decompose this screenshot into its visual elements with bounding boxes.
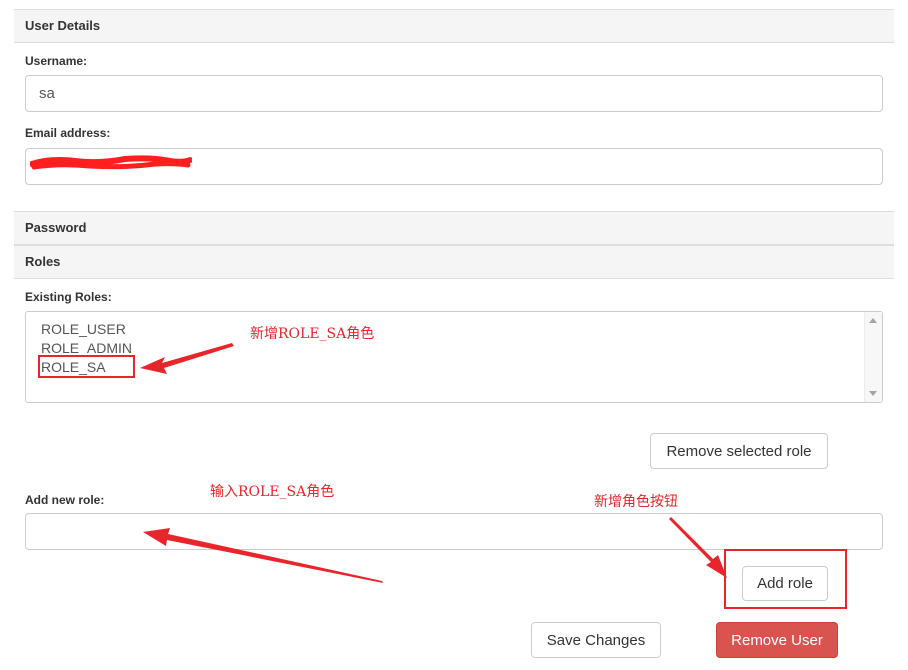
input-role-annotation: 输入ROLE_SA角色: [210, 484, 335, 500]
scroll-up-arrow-icon[interactable]: [869, 318, 877, 323]
existing-roles-list[interactable]: ROLE_USER ROLE_ADMIN ROLE_SA: [25, 311, 883, 403]
add-new-role-label: Add new role:: [25, 493, 105, 507]
section-header-user-details: User Details: [14, 9, 894, 43]
section-header-password[interactable]: Password: [14, 211, 894, 245]
role-item[interactable]: ROLE_SA: [41, 358, 132, 377]
roles-list-scrollbar[interactable]: [864, 312, 882, 402]
new-role-input[interactable]: [25, 513, 883, 550]
username-input[interactable]: [25, 75, 883, 112]
role-item[interactable]: ROLE_ADMIN: [41, 339, 132, 358]
existing-roles-label: Existing Roles:: [25, 290, 112, 304]
new-role-annotation: 新增ROLE_SA角色: [250, 326, 375, 342]
scroll-down-arrow-icon[interactable]: [869, 391, 877, 396]
remove-selected-role-button[interactable]: Remove selected role: [650, 433, 828, 469]
section-header-roles[interactable]: Roles: [14, 245, 894, 279]
role-item[interactable]: ROLE_USER: [41, 320, 132, 339]
email-input[interactable]: [25, 148, 883, 185]
username-label: Username:: [25, 54, 88, 68]
add-button-annotation: 新增角色按钮: [594, 494, 678, 510]
email-label: Email address:: [25, 126, 111, 140]
remove-user-button[interactable]: Remove User: [716, 622, 838, 658]
save-changes-button[interactable]: Save Changes: [531, 622, 661, 658]
add-role-button[interactable]: Add role: [742, 566, 828, 601]
